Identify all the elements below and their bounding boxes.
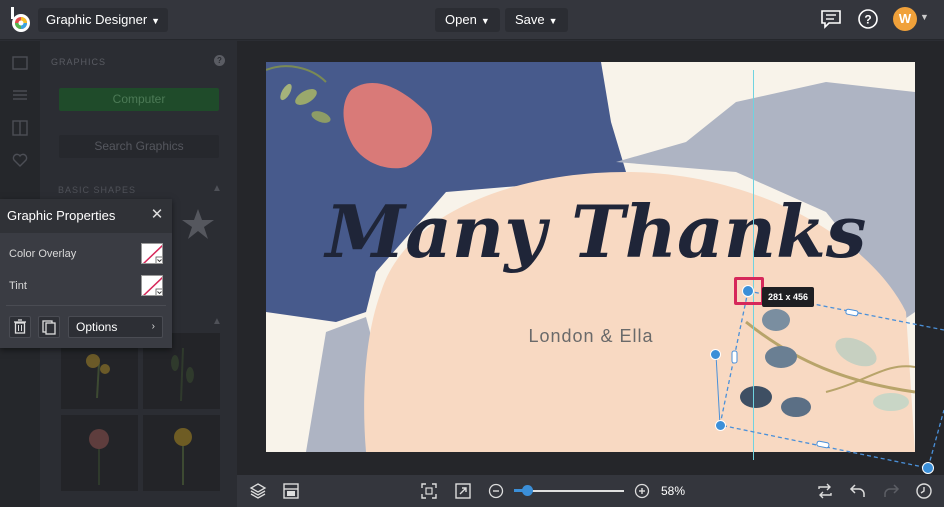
tint-swatch[interactable] [141,275,163,296]
save-label: Save [515,12,545,27]
logo-icon[interactable] [8,6,32,34]
headline-text[interactable]: Many Thanks [323,189,867,274]
subline-text[interactable]: London & Ella [528,326,653,346]
photo-icon[interactable] [11,54,29,72]
open-label: Open [445,12,477,27]
chevron-down-icon[interactable]: ▼ [920,12,929,22]
canvas-artwork: Many Thanks London & Ella [266,62,915,452]
app-switcher[interactable]: Graphic Designer ▼ [38,8,169,32]
help-icon[interactable]: ? [857,8,879,30]
flower-icon [174,428,192,485]
chevron-down-icon: ▼ [151,16,161,26]
chevron-up-icon[interactable]: ▲ [212,183,222,194]
tint-label: Tint [9,280,27,292]
color-overlay-label: Color Overlay [9,248,77,260]
app-name: Graphic Designer [46,12,148,27]
graphic-properties-panel: Graphic Properties ✕ Color Overlay Tint [0,199,172,348]
template-icon[interactable] [282,482,300,500]
basic-shapes-heading: BASIC SHAPES [58,185,137,195]
divider [6,305,166,306]
avatar[interactable]: W [893,7,917,31]
duplicate-icon [42,320,56,335]
resize-handle-bottom-left[interactable] [715,420,726,431]
fit-screen-icon[interactable] [420,482,438,500]
highlight-box [734,277,764,305]
rotate-handle[interactable] [710,349,721,360]
zoom-out-icon[interactable] [487,482,505,500]
help-icon[interactable]: ? [214,55,225,66]
design-canvas[interactable]: Many Thanks London & Ella [266,62,915,452]
svg-text:?: ? [864,13,871,27]
no-color-icon [143,244,162,263]
panel-title: GRAPHICS [51,57,107,67]
top-bar: Graphic Designer ▼ Open ▼ Save ▼ ? W ▼ [0,0,944,40]
options-button[interactable]: Options › [68,316,163,338]
no-color-icon [143,276,162,295]
zoom-slider-handle[interactable] [522,485,533,496]
computer-button[interactable]: Computer [59,88,219,111]
save-button[interactable]: Save ▼ [505,8,568,32]
expand-icon[interactable] [454,482,472,500]
chevron-right-icon: › [151,321,155,332]
duplicate-button[interactable] [38,316,60,338]
swap-icon[interactable] [816,482,834,500]
undo-icon[interactable] [849,482,867,500]
star-shape[interactable] [181,208,215,240]
trash-icon [14,319,26,334]
size-tooltip: 281 x 456 [762,287,815,307]
adjust-icon[interactable] [11,86,29,104]
flower-icon [89,429,109,485]
alignment-guide [753,70,754,460]
layout-icon[interactable] [11,119,29,137]
graphic-thumbnail[interactable] [61,415,138,491]
chevron-up-icon[interactable]: ▲ [212,316,222,327]
chat-icon[interactable] [820,8,842,30]
heart-icon[interactable] [11,151,29,169]
color-overlay-swatch[interactable] [141,243,163,264]
delete-button[interactable] [9,316,31,338]
panel-title: Graphic Properties [0,199,172,233]
graphic-thumbnail[interactable] [143,415,220,491]
chevron-down-icon: ▼ [480,16,490,26]
search-graphics-button[interactable]: Search Graphics [59,135,219,158]
close-icon[interactable]: ✕ [150,207,164,222]
layers-icon[interactable] [249,482,267,500]
history-icon[interactable] [915,482,933,500]
redo-icon[interactable] [882,482,900,500]
resize-handle-bottom-right[interactable] [922,462,934,474]
zoom-in-icon[interactable] [633,482,651,500]
chevron-down-icon: ▼ [548,16,558,26]
open-button[interactable]: Open ▼ [435,8,500,32]
zoom-percentage: 58% [661,484,686,498]
options-label: Options [76,320,118,334]
